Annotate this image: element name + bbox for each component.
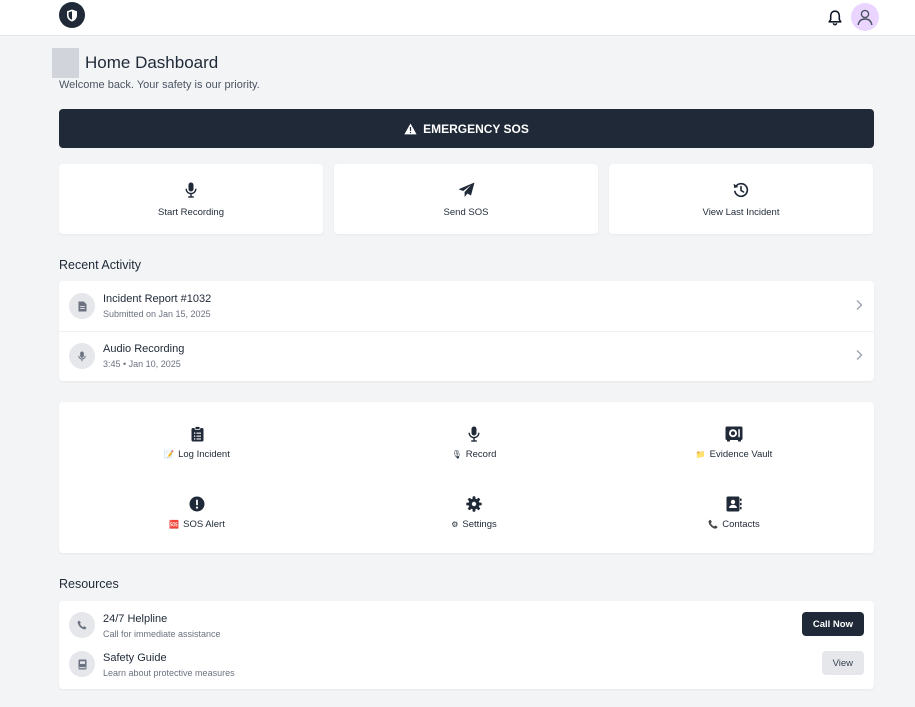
view-last-incident-label: View Last Incident (702, 207, 780, 218)
view-last-incident-button[interactable]: View Last Incident (609, 164, 873, 234)
gear-emoji: ⚙ (451, 519, 459, 529)
user-icon (857, 9, 873, 26)
history-icon (733, 181, 749, 199)
microphone-icon (185, 181, 197, 199)
list-item[interactable]: Incident Report #1032 Submitted on Jan 1… (59, 281, 874, 331)
settings-button[interactable]: ⚙ Settings (404, 495, 544, 530)
resource-title: 24/7 Helpline (103, 613, 168, 625)
shield-icon[interactable] (59, 2, 85, 28)
send-sos-label: Send SOS (443, 207, 489, 218)
start-recording-button[interactable]: Start Recording (59, 164, 323, 234)
contacts-button[interactable]: 📞 Contacts (664, 495, 804, 530)
record-button[interactable]: 🎙 Record (404, 425, 544, 460)
resources-heading: Resources (59, 577, 119, 591)
list-item: Safety Guide Learn about protective meas… (59, 645, 874, 684)
activity-subtitle: 3:45 • Jan 10, 2025 (103, 359, 181, 369)
sos-alert-button[interactable]: 🆘 SOS Alert (127, 495, 267, 530)
microphone-emoji: 🎙 (451, 449, 462, 459)
sos-emoji: 🆘 (169, 519, 180, 529)
memo-emoji: 📝 (164, 449, 175, 459)
book-icon (69, 651, 95, 677)
settings-label: Settings (462, 519, 497, 530)
activity-title: Incident Report #1032 (103, 293, 212, 305)
top-navbar (0, 0, 915, 36)
file-icon (69, 293, 95, 319)
gear-icon (466, 495, 482, 513)
evidence-vault-label: Evidence Vault (709, 449, 773, 460)
address-book-icon (726, 495, 742, 513)
call-now-button[interactable]: Call Now (801, 612, 864, 636)
activity-title: Audio Recording (103, 343, 185, 355)
resource-subtitle: Learn about protective measures (103, 668, 235, 678)
phone-icon (69, 612, 95, 638)
emergency-sos-button[interactable]: EMERGENCY SOS (59, 109, 874, 148)
bell-icon[interactable] (826, 9, 844, 27)
warning-icon (404, 123, 417, 134)
chevron-right-icon (856, 300, 863, 310)
phone-emoji: 📞 (708, 519, 719, 529)
contacts-label: Contacts (722, 519, 760, 530)
page-subtitle: Welcome back. Your safety is our priorit… (59, 79, 260, 91)
resource-subtitle: Call for immediate assistance (103, 629, 221, 639)
log-incident-label: Log Incident (178, 449, 230, 460)
list-item[interactable]: Audio Recording 3:45 • Jan 10, 2025 (59, 331, 874, 381)
record-label: Record (465, 449, 497, 460)
page-title: Home Dashboard (85, 53, 219, 72)
send-sos-button[interactable]: Send SOS (334, 164, 598, 234)
vault-icon (725, 425, 743, 443)
resources-list: 24/7 Helpline Call for immediate assista… (59, 601, 874, 689)
evidence-vault-button[interactable]: 📁 Evidence Vault (664, 425, 804, 460)
sos-alert-label: SOS Alert (183, 519, 225, 530)
microphone-icon (69, 343, 95, 369)
emergency-sos-label: EMERGENCY SOS (423, 121, 529, 136)
recent-activity-heading: Recent Activity (59, 258, 141, 272)
log-incident-button[interactable]: 📝 Log Incident (127, 425, 267, 460)
microphone-icon (468, 425, 480, 443)
list-item: 24/7 Helpline Call for immediate assista… (59, 606, 874, 645)
clipboard-list-icon (191, 425, 204, 443)
chevron-right-icon (856, 350, 863, 360)
start-recording-label: Start Recording (157, 207, 224, 218)
recent-activity-list: Incident Report #1032 Submitted on Jan 1… (59, 281, 874, 381)
activity-subtitle: Submitted on Jan 15, 2025 (103, 309, 211, 319)
features-grid: 📝 Log Incident 🎙 Record 📁 Evidence Vault 🆘 S… (59, 402, 874, 553)
resource-title: Safety Guide (103, 652, 167, 664)
exclamation-circle-icon (189, 495, 205, 513)
paper-plane-icon (458, 181, 475, 199)
view-button[interactable]: View (821, 651, 864, 675)
folder-emoji: 📁 (695, 449, 706, 459)
page-title-image (52, 48, 79, 78)
avatar[interactable] (851, 3, 879, 31)
